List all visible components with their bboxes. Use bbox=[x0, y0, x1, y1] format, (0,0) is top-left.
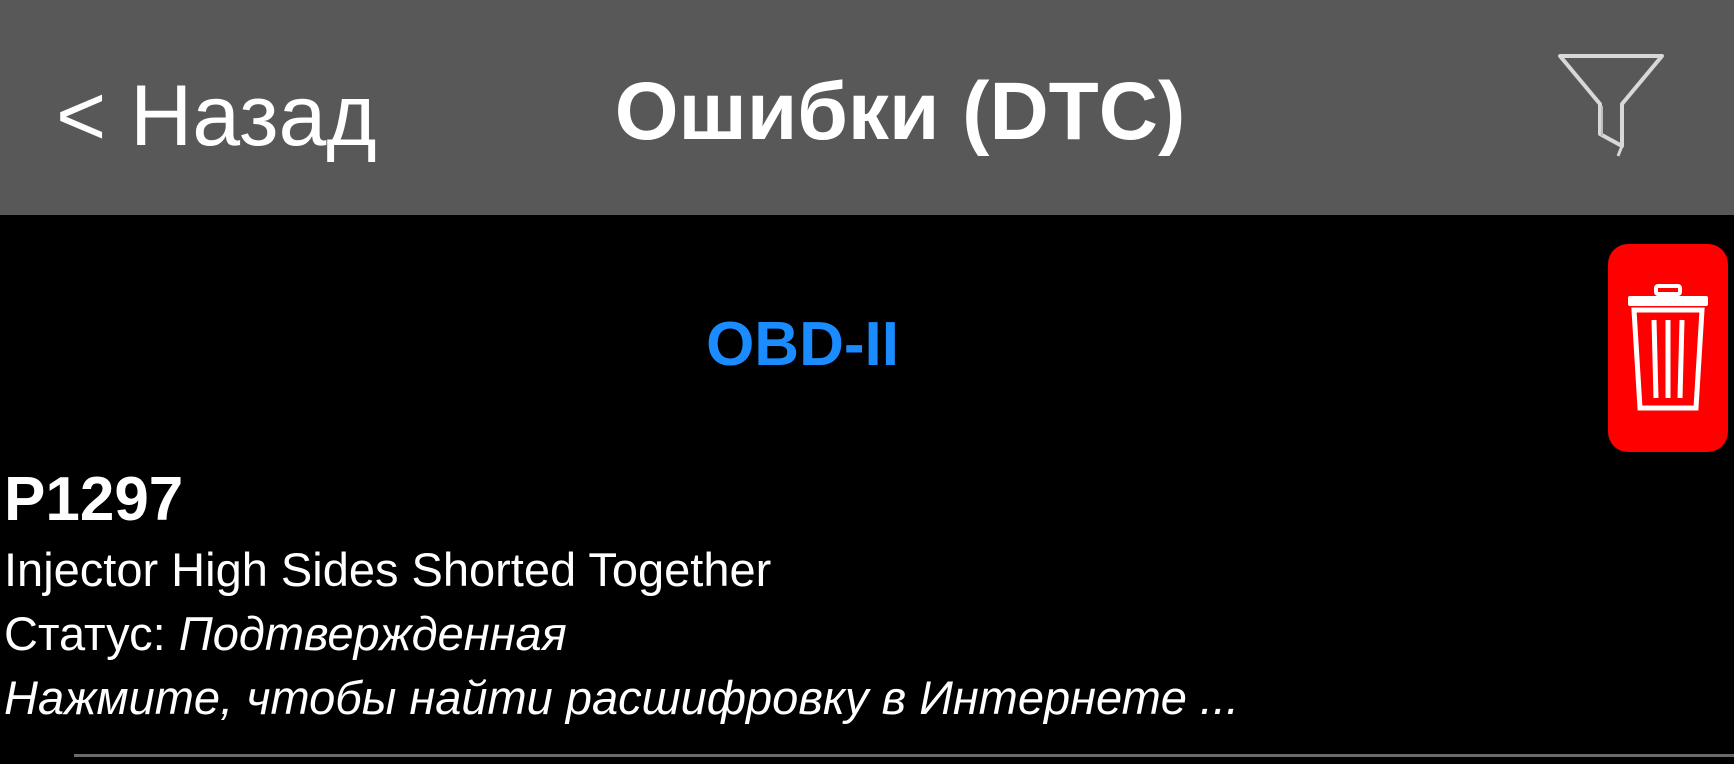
section-header-obd2: OBD-II bbox=[706, 310, 899, 379]
dtc-status: Статус: Подтвержденная bbox=[4, 602, 567, 666]
filter-icon bbox=[1558, 54, 1664, 157]
filter-button[interactable] bbox=[1556, 50, 1666, 170]
trash-icon bbox=[1628, 284, 1708, 411]
dtc-list-item[interactable]: P1297 Injector High Sides Shorted Togeth… bbox=[0, 452, 1734, 764]
navigation-bar: < Назад Ошибки (DTC) bbox=[0, 0, 1734, 215]
dtc-status-value: Подтвержденная bbox=[178, 607, 567, 660]
page-title: Ошибки (DTC) bbox=[614, 66, 1186, 157]
delete-button[interactable] bbox=[1608, 244, 1728, 452]
dtc-status-label: Статус: bbox=[4, 607, 166, 660]
dtc-search-link[interactable]: Нажмите, чтобы найти расшифровку в Интер… bbox=[4, 666, 1239, 730]
row-separator bbox=[74, 754, 1734, 757]
back-button[interactable]: < Назад bbox=[56, 66, 377, 166]
dtc-screen: < Назад Ошибки (DTC) OBD-II P1297 Inject… bbox=[0, 0, 1734, 764]
dtc-description: Injector High Sides Shorted Together bbox=[4, 543, 772, 596]
dtc-code: P1297 bbox=[4, 465, 184, 534]
